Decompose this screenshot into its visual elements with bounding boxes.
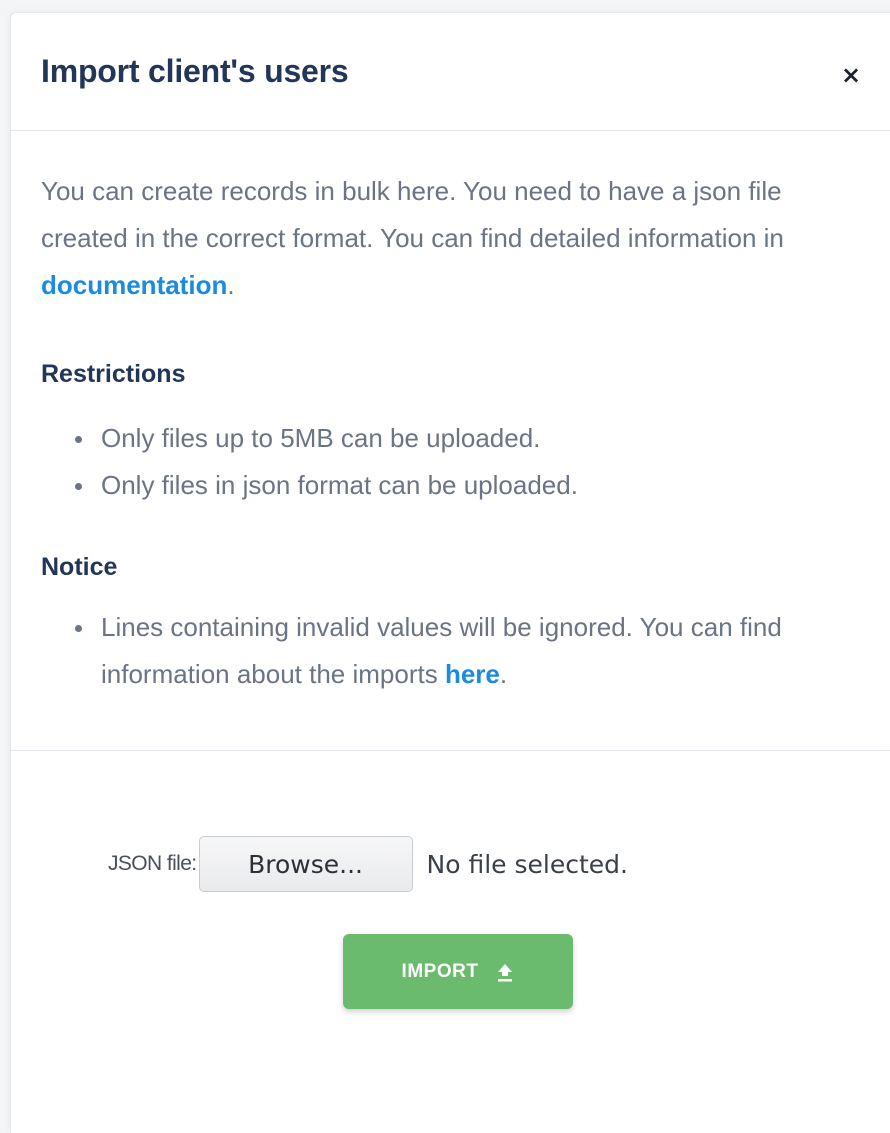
- modal-body: You can create records in bulk here. You…: [41, 168, 861, 689]
- import-button-label: IMPORT: [401, 960, 479, 982]
- notice-text: Lines containing invalid values will be …: [101, 612, 782, 689]
- restrictions-list: Only files up to 5MB can be uploaded. On…: [71, 415, 851, 509]
- imports-here-link[interactable]: here: [445, 659, 500, 689]
- notice-list: Lines containing invalid values will be …: [71, 604, 851, 698]
- json-file-input: JSON file: Browse... No file selected.: [108, 836, 628, 892]
- list-item: Only files in json format can be uploade…: [71, 462, 851, 509]
- intro-paragraph: You can create records in bulk here. You…: [41, 168, 861, 309]
- documentation-link[interactable]: documentation: [41, 270, 227, 300]
- import-users-modal: Import client's users × You can create r…: [10, 12, 890, 1133]
- intro-end: .: [227, 270, 235, 300]
- close-button[interactable]: ×: [833, 57, 869, 93]
- modal-header: Import client's users ×: [11, 13, 890, 131]
- list-item: Only files up to 5MB can be uploaded.: [71, 415, 851, 462]
- notice-end: .: [499, 659, 508, 689]
- modal-title: Import client's users: [41, 53, 349, 89]
- json-file-label: JSON file:: [108, 852, 197, 875]
- divider: [11, 750, 890, 751]
- intro-text: You can create records in bulk here. You…: [41, 176, 784, 253]
- import-button[interactable]: IMPORT: [343, 934, 573, 1009]
- upload-icon: [496, 962, 514, 982]
- browse-button[interactable]: Browse...: [198, 836, 413, 892]
- notice-title: Notice: [41, 553, 118, 581]
- list-item: Lines containing invalid values will be …: [71, 604, 851, 698]
- restrictions-title: Restrictions: [41, 360, 186, 388]
- file-status: No file selected.: [426, 849, 628, 879]
